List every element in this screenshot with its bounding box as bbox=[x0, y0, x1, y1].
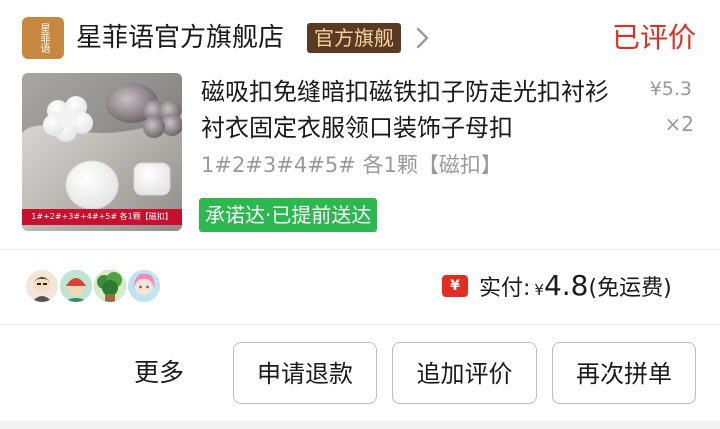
plant-avatar-icon bbox=[94, 270, 126, 302]
delivery-tag: 承诺达·已提前送达 bbox=[199, 198, 378, 232]
store-logo-text: 星菲语 bbox=[38, 23, 49, 53]
avatar[interactable] bbox=[24, 268, 60, 304]
thumb-caption: 1#+2#+3#+4#+5# 各1颗【磁扣】 bbox=[31, 212, 173, 221]
divider bbox=[0, 324, 720, 325]
yen-icon: ¥ bbox=[442, 275, 468, 297]
product-variant: 1#2#3#4#5# 各1颗【磁扣】 bbox=[201, 153, 502, 177]
payment-currency: ¥ bbox=[534, 281, 544, 299]
product-price: ¥5.3 bbox=[649, 78, 692, 100]
product-thumbnail[interactable]: 1#+2#+3#+4#+5# 各1颗【磁扣】 bbox=[22, 73, 182, 231]
bottom-gap bbox=[0, 421, 720, 429]
payment-summary: 实付: ¥4.8(免运费) bbox=[479, 268, 672, 308]
official-store-badge: 官方旗舰 bbox=[307, 23, 401, 53]
add-review-button[interactable]: 追加评价 bbox=[392, 342, 537, 404]
payment-note: (免运费) bbox=[588, 276, 672, 301]
store-name[interactable]: 星菲语官方旗舰店 bbox=[76, 19, 284, 57]
cartoon-avatar-icon bbox=[60, 270, 92, 302]
order-status: 已评价 bbox=[611, 21, 696, 54]
apply-refund-button[interactable]: 申请退款 bbox=[233, 342, 377, 404]
product-title[interactable]: 磁吸扣免缝暗扣磁铁扣子防走光扣衬衫衬衣固定衣服领口装饰子母扣 bbox=[201, 74, 621, 146]
more-button[interactable]: 更多 bbox=[134, 352, 184, 394]
product-image bbox=[22, 73, 182, 231]
payment-label: 实付: bbox=[479, 276, 531, 301]
anime-avatar-icon bbox=[128, 270, 160, 302]
cartoon-avatar-icon bbox=[32, 276, 52, 302]
avatar[interactable] bbox=[58, 268, 94, 304]
divider bbox=[0, 249, 720, 250]
rebuy-button[interactable]: 再次拼单 bbox=[552, 342, 696, 404]
payment-amount: 4.8 bbox=[543, 269, 589, 302]
chevron-right-icon[interactable] bbox=[414, 25, 432, 51]
product-quantity: ×2 bbox=[664, 112, 694, 136]
store-logo[interactable]: 星菲语 bbox=[22, 17, 64, 59]
avatar[interactable] bbox=[92, 268, 128, 304]
avatar[interactable] bbox=[126, 268, 162, 304]
